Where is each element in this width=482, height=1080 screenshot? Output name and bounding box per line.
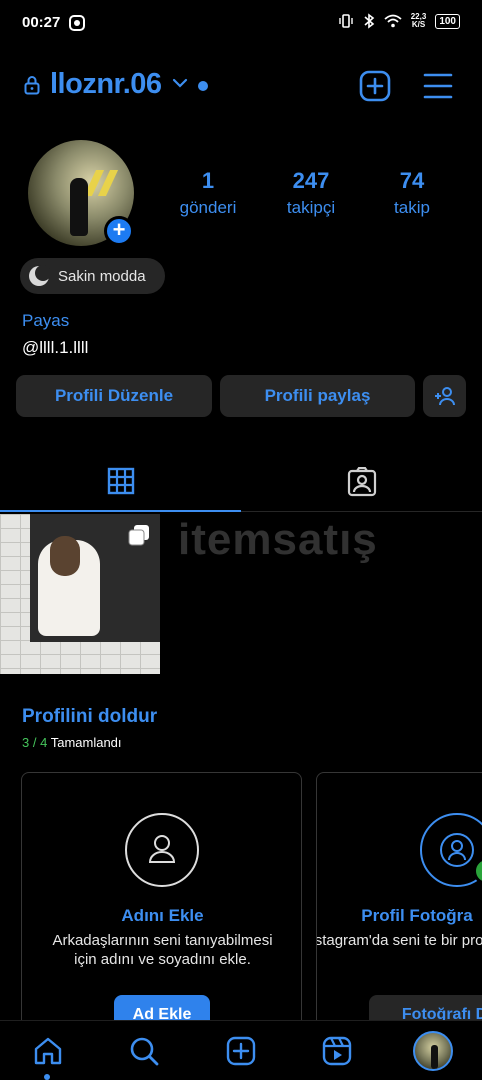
- edit-profile-button[interactable]: Profili Düzenle: [16, 375, 212, 417]
- menu-icon[interactable]: [423, 72, 453, 100]
- nav-avatar-figure: [431, 1045, 438, 1069]
- vibrate-icon: [339, 14, 353, 28]
- tab-posts-grid[interactable]: [0, 452, 241, 512]
- profile-name: Payas: [22, 311, 70, 330]
- share-profile-button[interactable]: Profili paylaş: [220, 375, 415, 417]
- status-icons: 22,3 K/S 100: [338, 13, 460, 29]
- new-post-icon[interactable]: [359, 70, 391, 102]
- stat-posts[interactable]: 1 gönderi: [163, 168, 253, 218]
- discover-people-button[interactable]: [423, 375, 466, 417]
- profile-photo-placeholder-icon: [420, 813, 482, 887]
- add-name-card: Adını Ekle Arkadaşlarının seni tanıyabil…: [21, 772, 302, 1032]
- lock-icon: [24, 76, 40, 95]
- create-icon: [226, 1036, 256, 1066]
- search-icon: [130, 1037, 159, 1066]
- profile-avatar[interactable]: +: [28, 140, 134, 246]
- username-switcher[interactable]: lloznr.06: [50, 68, 162, 101]
- notification-dot: [198, 81, 208, 91]
- add-user-icon: [434, 387, 455, 406]
- nav-reels[interactable]: [317, 1035, 357, 1071]
- profile-photo-title: Profil Fotoğra: [361, 906, 473, 925]
- network-speed: 22,3 K/S: [410, 12, 427, 29]
- bluetooth-icon: [364, 13, 375, 29]
- stat-following[interactable]: 74 takip: [367, 168, 457, 218]
- status-bar: 00:27 22,3 K/S 100: [0, 0, 482, 48]
- grid-icon: [107, 467, 134, 495]
- multi-photo-icon: [128, 525, 149, 546]
- status-time: 00:27: [22, 14, 61, 31]
- stat-posts-label: gönderi: [179, 198, 237, 217]
- nav-home-indicator: [44, 1074, 50, 1080]
- mood-text: Sakin modda: [58, 267, 146, 285]
- reels-icon: [322, 1036, 352, 1066]
- stat-posts-count: 1: [201, 168, 215, 193]
- post-image-hair: [50, 536, 80, 576]
- home-icon: [34, 1037, 62, 1065]
- nav-profile-avatar[interactable]: [413, 1031, 453, 1071]
- wifi-icon: [384, 14, 402, 28]
- screen-record-icon: [69, 15, 85, 31]
- tab-tagged[interactable]: [241, 452, 482, 512]
- nav-home[interactable]: [28, 1035, 68, 1071]
- profile-tabs: [0, 452, 482, 512]
- chevron-down-icon[interactable]: [172, 77, 188, 89]
- stat-following-label: takip: [394, 198, 430, 217]
- profile-photo-card: Profil Fotoğra Instagram'da seni te bir …: [316, 772, 482, 1032]
- profile-header: lloznr.06: [0, 64, 482, 108]
- avatar-figure: [70, 178, 88, 236]
- profile-handle[interactable]: @llll.1.llll: [22, 338, 88, 358]
- moon-icon: [29, 265, 50, 286]
- watermark: itemsatış: [178, 515, 378, 564]
- user-placeholder-icon: [125, 813, 199, 887]
- mood-note[interactable]: Sakin modda: [20, 258, 165, 294]
- complete-profile-progress: 3 / 4 Tamamlandı: [22, 735, 122, 750]
- add-story-icon[interactable]: +: [104, 216, 134, 246]
- stat-followers-count: 247: [292, 168, 330, 193]
- stat-following-count: 74: [399, 168, 425, 193]
- add-name-description: Arkadaşlarının seni tanıyabilmesi için a…: [52, 932, 273, 968]
- battery-indicator: 100: [435, 13, 460, 29]
- stat-followers-label: takipçi: [286, 198, 336, 217]
- add-name-title: Adını Ekle: [121, 906, 204, 925]
- complete-profile-title: Profilini doldur: [22, 706, 158, 727]
- stat-followers[interactable]: 247 takipçi: [266, 168, 356, 218]
- tagged-icon: [347, 467, 376, 497]
- profile-photo-description: Instagram'da seni te bir profil resm: [317, 932, 482, 949]
- bottom-navigation: [0, 1020, 482, 1080]
- nav-create[interactable]: [221, 1035, 261, 1071]
- nav-search[interactable]: [124, 1035, 164, 1071]
